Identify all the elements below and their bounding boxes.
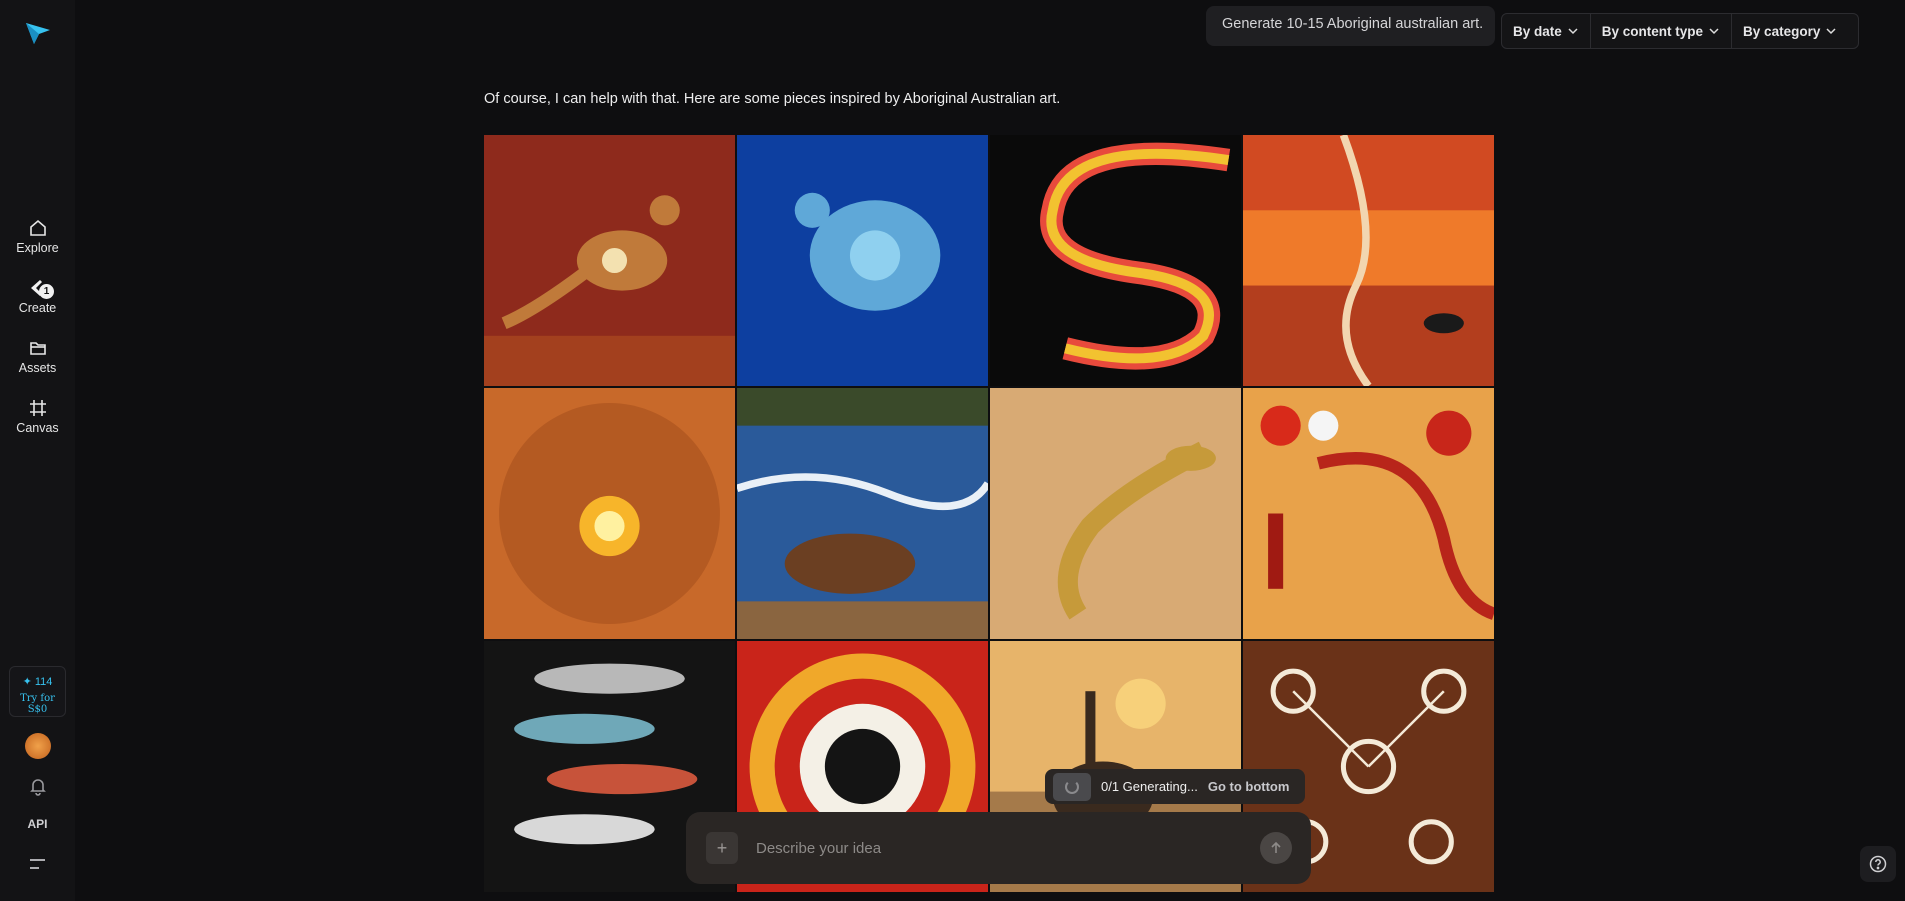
generation-progress: 0/1 Generating... <box>1101 779 1198 794</box>
menu-icon[interactable] <box>29 857 46 871</box>
filter-by-date[interactable]: By date <box>1502 14 1591 48</box>
assistant-response: Of course, I can help with that. Here ar… <box>484 91 1061 107</box>
prompt-composer: + <box>686 812 1311 884</box>
sidebar-item-label: Explore <box>16 241 59 255</box>
filter-label: By content type <box>1601 23 1704 39</box>
filter-bar: By date By content type By category <box>1501 13 1859 49</box>
sidebar-item-assets[interactable]: Assets <box>0 338 75 392</box>
trial-link[interactable]: Try for S$0 <box>10 693 65 715</box>
image-goanna-lizard[interactable] <box>990 388 1241 639</box>
credits-panel[interactable]: ✦ 114 Try for S$0 <box>9 666 66 717</box>
image-rainbow-serpent[interactable] <box>990 135 1241 386</box>
generation-status: 0/1 Generating... Go to bottom <box>1045 769 1305 804</box>
bell-icon[interactable] <box>28 776 48 796</box>
filter-by-content-type[interactable]: By content type <box>1591 14 1733 48</box>
logo-icon[interactable] <box>25 21 51 45</box>
image-sea-turtle[interactable] <box>737 135 988 386</box>
sidebar: Explore 1 Create Assets Canvas ✦ 114 Try… <box>0 0 75 901</box>
image-grid <box>484 135 1495 893</box>
user-prompt-bubble: Generate 10-15 Aboriginal australian art… <box>1206 6 1495 46</box>
sidebar-item-label: Canvas <box>16 421 59 435</box>
send-button[interactable] <box>1260 832 1292 864</box>
credits-count: ✦ 114 <box>22 676 53 688</box>
api-link[interactable]: API <box>0 817 75 831</box>
sidebar-item-label: Assets <box>18 361 57 375</box>
add-attachment-button[interactable]: + <box>706 832 738 864</box>
folder-icon <box>29 342 46 355</box>
image-kangaroo[interactable] <box>484 135 735 386</box>
sidebar-item-explore[interactable]: Explore <box>0 218 75 272</box>
loading-spinner-icon <box>1053 772 1091 801</box>
go-to-bottom-button[interactable]: Go to bottom <box>1208 779 1290 794</box>
arrow-up-icon <box>1271 841 1281 853</box>
sidebar-item-canvas[interactable]: Canvas <box>0 398 75 452</box>
sidebar-item-create[interactable]: 1 Create <box>0 278 75 332</box>
chevron-down-icon <box>1568 28 1578 35</box>
notification-badge: 1 <box>39 284 54 299</box>
canvas-icon <box>29 400 46 416</box>
avatar[interactable] <box>25 733 51 759</box>
filter-by-category[interactable]: By category <box>1732 14 1848 48</box>
image-platypus[interactable] <box>737 388 988 639</box>
help-button[interactable] <box>1860 846 1896 882</box>
home-icon <box>29 219 46 236</box>
filter-label: By category <box>1743 23 1821 39</box>
filter-label: By date <box>1513 23 1562 39</box>
image-campfire-gathering[interactable] <box>484 388 735 639</box>
help-icon <box>1869 855 1887 873</box>
sidebar-item-label: Create <box>18 301 57 315</box>
chevron-down-icon <box>1826 28 1836 35</box>
image-emus-and-figures[interactable] <box>1243 388 1494 639</box>
chevron-down-icon <box>1709 28 1719 35</box>
prompt-input[interactable] <box>756 834 1216 862</box>
image-desert-landscape[interactable] <box>1243 135 1494 386</box>
